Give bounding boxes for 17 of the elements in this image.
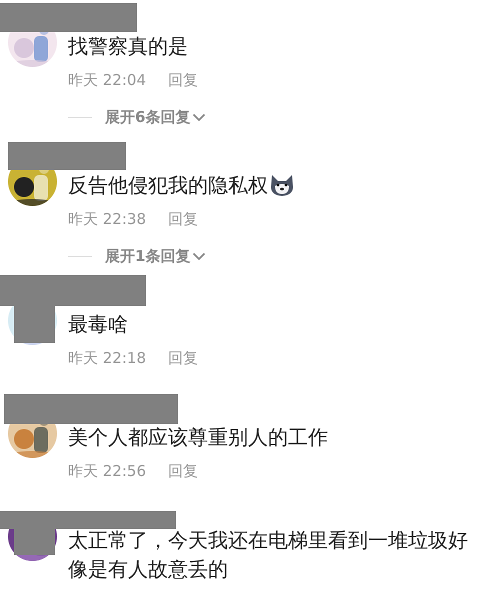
comment-text: 太正常了，今天我还在电梯里看到一堆垃圾好像是有人故意丢的 bbox=[68, 528, 468, 581]
comment-time: 昨天 22:38 bbox=[68, 210, 146, 228]
reply-button[interactable]: 回复 bbox=[168, 348, 198, 368]
comment-text: 找警察真的是 bbox=[68, 34, 188, 58]
reply-button[interactable]: 回复 bbox=[168, 462, 198, 480]
comment-time: 昨天 22:04 bbox=[68, 70, 146, 90]
reply-button[interactable]: 回复 bbox=[168, 70, 198, 90]
comment-text: 最毒啥 bbox=[68, 312, 128, 336]
comment-text: 反告他侵犯我的隐私权 bbox=[68, 173, 268, 197]
expand-replies-button[interactable]: 展开1条回复 bbox=[105, 246, 206, 266]
reply-button[interactable]: 回复 bbox=[168, 210, 198, 228]
comment-text: 美个人都应该尊重别人的工作 bbox=[68, 425, 328, 449]
chevron-down-icon bbox=[192, 252, 206, 260]
comment-time: 昨天 22:18 bbox=[68, 348, 146, 368]
comment-time: 昨天 22:56 bbox=[68, 462, 146, 480]
chevron-down-icon bbox=[192, 112, 206, 122]
expand-replies-button[interactable]: 展开6条回复 bbox=[105, 108, 206, 126]
